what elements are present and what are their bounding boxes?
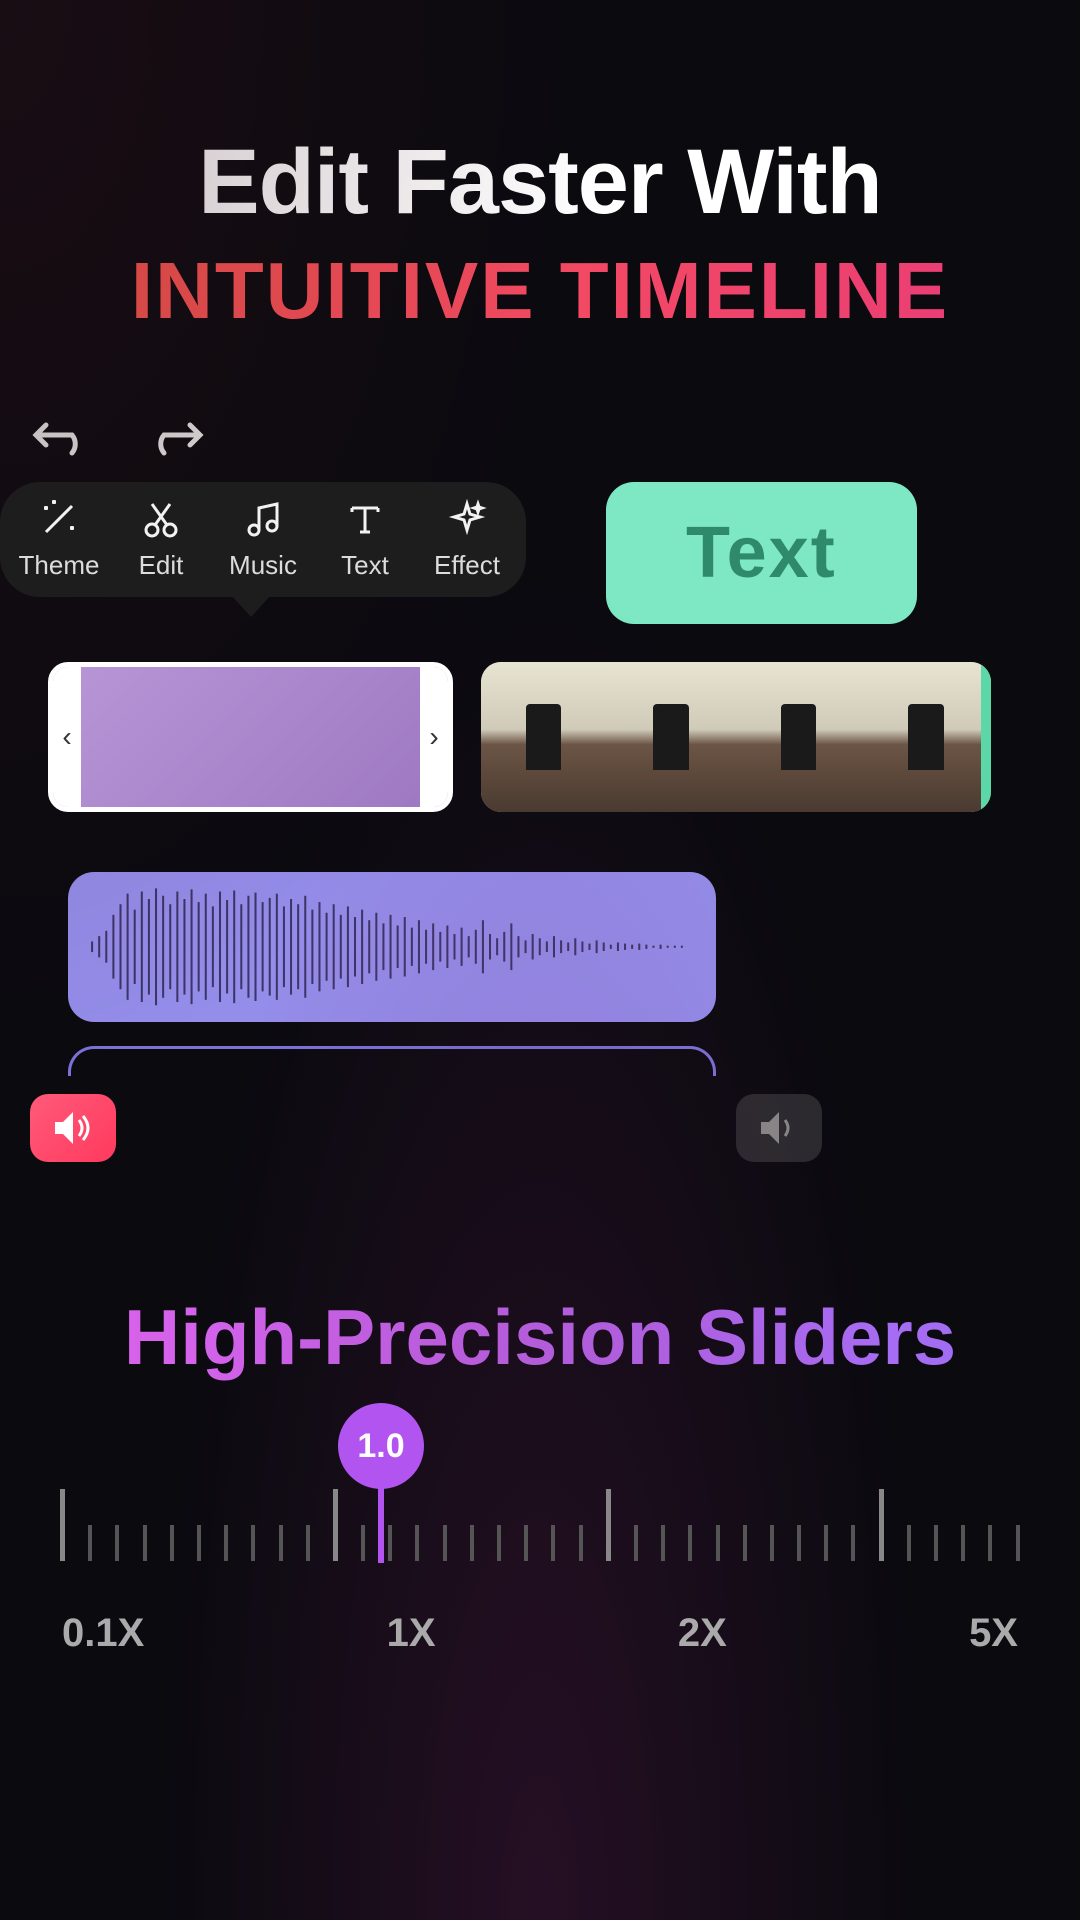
headline: Edit Faster With INTUITIVE TIMELINE <box>0 0 1080 337</box>
trim-handle-right[interactable]: › <box>420 667 448 807</box>
tool-label: Text <box>341 550 389 581</box>
video-timeline[interactable]: ‹ › <box>0 662 1080 812</box>
tool-theme[interactable]: Theme <box>20 498 98 581</box>
undo-redo-bar <box>0 417 1080 457</box>
trim-handle-left[interactable]: ‹ <box>53 667 81 807</box>
tool-edit[interactable]: Edit <box>122 498 200 581</box>
scissors-icon <box>140 498 182 540</box>
text-element-pill[interactable]: Text <box>606 482 917 624</box>
music-icon <box>242 498 284 540</box>
video-clip[interactable] <box>481 662 991 812</box>
text-icon <box>344 498 386 540</box>
tool-effect[interactable]: Effect <box>428 498 506 581</box>
undo-icon <box>30 417 88 457</box>
slider-labels: 0.1X 1X 2X 5X <box>60 1611 1020 1656</box>
wand-icon <box>38 498 80 540</box>
tool-label: Effect <box>434 550 500 581</box>
slider-indicator <box>378 1485 384 1563</box>
tool-text[interactable]: Text <box>326 498 404 581</box>
speaker-on-icon <box>51 1108 95 1148</box>
audio-mute-button[interactable] <box>736 1094 822 1162</box>
sparkle-icon <box>446 498 488 540</box>
tool-label: Music <box>229 550 297 581</box>
tool-label: Edit <box>139 550 184 581</box>
toolbar: Theme Edit Music Text Effect <box>0 482 526 597</box>
toolbar-row: Theme Edit Music Text Effect Text <box>0 482 1080 624</box>
headline-bottom: INTUITIVE TIMELINE <box>0 245 1080 337</box>
audio-clip[interactable] <box>68 872 716 1022</box>
tool-music[interactable]: Music <box>224 498 302 581</box>
redo-button[interactable] <box>148 417 206 457</box>
slider-label: 5X <box>969 1611 1018 1656</box>
speaker-icon <box>757 1108 801 1148</box>
video-clip-selected[interactable]: ‹ › <box>48 662 453 812</box>
sliders-title: High-Precision Sliders <box>0 1292 1080 1383</box>
tool-label: Theme <box>19 550 100 581</box>
audio-on-button[interactable] <box>30 1094 116 1162</box>
clip-thumbnails <box>53 667 448 807</box>
slider-label: 2X <box>678 1611 727 1656</box>
headline-top: Edit Faster With <box>0 130 1080 235</box>
slider-label: 1X <box>387 1611 436 1656</box>
slider-label: 0.1X <box>62 1611 144 1656</box>
slider-ticks <box>60 1483 1020 1561</box>
redo-icon <box>148 417 206 457</box>
audio-controls <box>30 1094 1080 1162</box>
waveform-icon <box>87 883 696 1011</box>
slider-value-bubble: 1.0 <box>338 1403 424 1489</box>
undo-button[interactable] <box>30 417 88 457</box>
clip-edge-marker <box>981 662 991 812</box>
speed-slider[interactable]: 1.0 0.1X 1X 2X 5X <box>0 1483 1080 1656</box>
audio-track-outline <box>68 1046 716 1076</box>
